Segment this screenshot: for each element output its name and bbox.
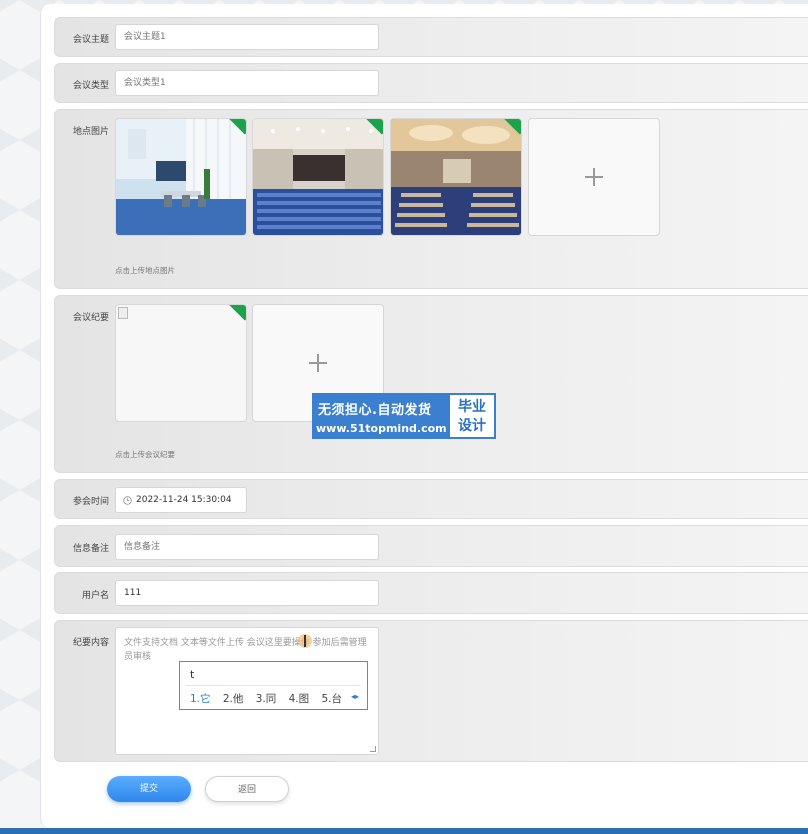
minutes-label: 会议纪要 (72, 313, 109, 323)
plus-icon (309, 354, 327, 372)
username-label: 用户名 (81, 591, 109, 601)
form-row-topic: 会议主题 (54, 17, 808, 57)
time-picker[interactable]: 2022-11-24 15:30:04 (115, 487, 247, 513)
watermark-line1: 无须担心.自动发货 (318, 403, 432, 418)
text-cursor-icon (304, 635, 306, 647)
watermark-right1: 毕业 (458, 399, 486, 415)
auditorium-image (253, 119, 383, 235)
form-row-content: 纪要内容 文件支持文档 文本等文件上传 会议这里要操作 参加后需管理员审核 (54, 620, 808, 762)
type-input[interactable] (115, 70, 379, 96)
watermark-banner: 无须担心.自动发货 www.51topmind.com 毕业 设计 (312, 393, 496, 439)
form-row-username: 用户名 111 (54, 572, 808, 614)
ime-candidate[interactable]: 3.同 (256, 693, 277, 705)
content-text: 文件支持文档 文本等文件上传 会议这里要操作 参加后需管理员审核 (124, 638, 367, 662)
back-button[interactable]: 返回 (205, 776, 289, 802)
ime-page-arrows-icon[interactable]: ◂▸ (351, 692, 359, 701)
submit-button[interactable]: 提交 (107, 776, 191, 802)
remark-label: 信息备注 (72, 544, 109, 554)
watermark-right: 毕业 设计 (448, 393, 496, 439)
location-image-1[interactable] (115, 118, 247, 236)
time-label: 参会时间 (72, 497, 109, 507)
topic-input[interactable] (115, 24, 379, 50)
ime-candidate[interactable]: 5.台 (322, 693, 343, 705)
banquet-hall-image (391, 119, 521, 235)
type-label: 会议类型 (72, 81, 109, 91)
minutes-file-1[interactable] (115, 304, 247, 422)
bottom-bar (0, 828, 808, 834)
form-row-type: 会议类型 (54, 63, 808, 103)
form-row-time: 参会时间 2022-11-24 15:30:04 (54, 479, 808, 519)
username-input[interactable]: 111 (115, 580, 379, 606)
location-image-2[interactable] (252, 118, 384, 236)
form-row-minutes: 会议纪要 点击上传会议纪要 (54, 295, 808, 473)
ime-candidate[interactable]: 2.他 (223, 693, 244, 705)
location-images-hint: 点击上传地点图片 (115, 266, 175, 275)
ime-candidate[interactable]: 4.图 (289, 693, 310, 705)
watermark-left: 无须担心.自动发货 www.51topmind.com (312, 393, 448, 439)
broken-image-icon (118, 307, 128, 319)
time-value: 2022-11-24 15:30:04 (136, 495, 232, 505)
resize-handle-icon[interactable] (370, 746, 376, 752)
minutes-hint: 点击上传会议纪要 (115, 450, 175, 459)
remark-input[interactable] (115, 534, 379, 560)
ime-candidate[interactable]: 1.它 (190, 693, 211, 705)
meeting-room-image (116, 119, 246, 235)
form-row-remark: 信息备注 (54, 525, 808, 567)
watermark-line2: www.51topmind.com (316, 422, 447, 435)
ime-candidate-list: 1.它 2.他 3.同 4.图 5.台 (190, 691, 351, 706)
ime-composition: t (190, 668, 195, 681)
location-images-label: 地点图片 (72, 127, 109, 137)
location-image-3[interactable] (390, 118, 522, 236)
clock-icon (123, 496, 132, 505)
topic-label: 会议主题 (72, 35, 109, 45)
ime-separator (186, 685, 361, 686)
location-image-upload-button[interactable] (528, 118, 660, 236)
ime-candidate-window: t 1.它 2.他 3.同 4.图 5.台 ◂▸ (179, 661, 368, 710)
plus-icon (585, 168, 603, 186)
upload-success-badge (226, 305, 246, 321)
form-row-location-images: 地点图片 点击上传地点图片 (54, 109, 808, 289)
watermark-right2: 设计 (458, 418, 486, 434)
content-label: 纪要内容 (72, 638, 109, 648)
